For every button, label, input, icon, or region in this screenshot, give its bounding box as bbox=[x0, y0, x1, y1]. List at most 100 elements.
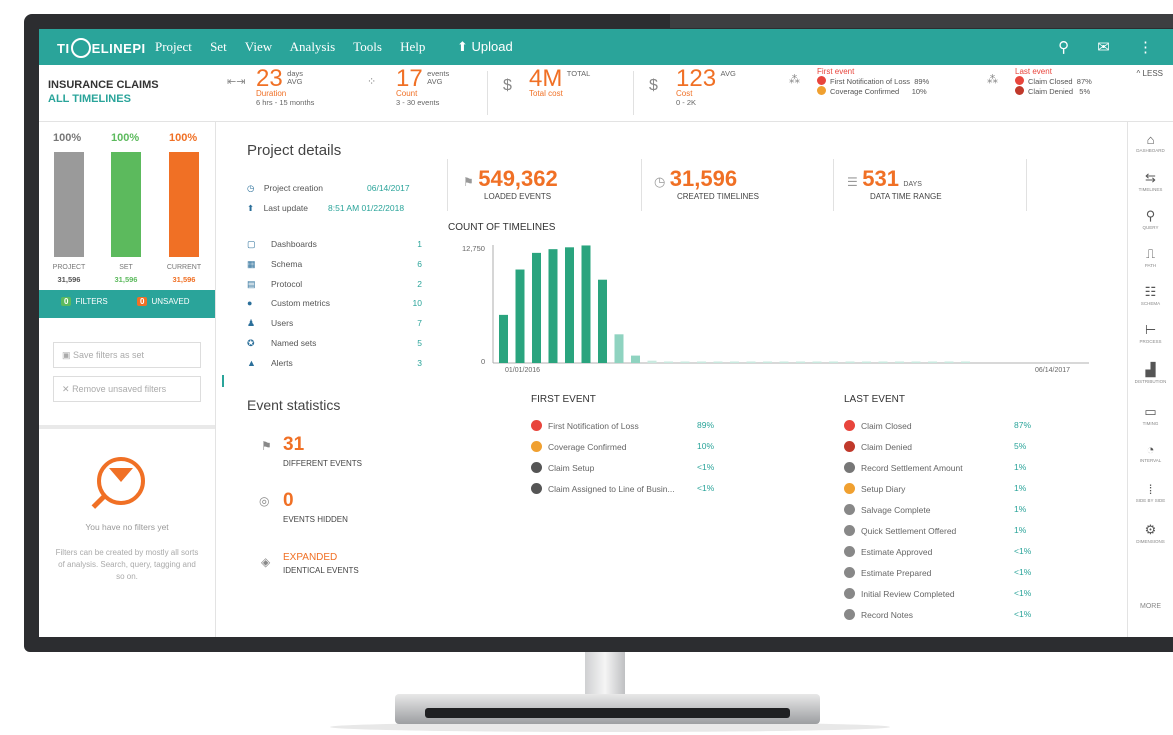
interval-tool[interactable]: ◔ INTERVAL bbox=[1128, 442, 1173, 463]
less-toggle[interactable]: ^ LESS bbox=[1137, 69, 1163, 78]
count-of-timelines-chart[interactable]: 12,750 0 01/01/2016 06/14/2017 bbox=[459, 241, 1099, 376]
event-percent: <1% bbox=[1014, 588, 1032, 598]
event-row[interactable]: Estimate Approved <1% bbox=[844, 546, 1034, 557]
chart-bar[interactable] bbox=[499, 314, 508, 363]
event-row[interactable]: Claim Assigned to Line of Busin... <1% bbox=[531, 483, 717, 494]
project-bar[interactable] bbox=[54, 152, 84, 257]
remove-filters-button[interactable]: ✕ Remove unsaved filters bbox=[53, 376, 201, 402]
chart-bar[interactable] bbox=[647, 360, 657, 363]
chart-bar[interactable] bbox=[845, 361, 855, 364]
less-label: LESS bbox=[1142, 69, 1163, 78]
named-sets-row[interactable]: ✪ Named sets 5 bbox=[247, 338, 422, 349]
chart-bar[interactable] bbox=[713, 361, 723, 364]
chart-bar[interactable] bbox=[548, 249, 558, 363]
chart-bar[interactable] bbox=[862, 361, 871, 364]
menu-view[interactable]: View bbox=[245, 39, 272, 54]
separator bbox=[833, 159, 834, 211]
more-tool[interactable]: MORE bbox=[1128, 602, 1173, 610]
event-row[interactable]: Coverage Confirmed 10% bbox=[531, 441, 717, 452]
event-row[interactable]: Salvage Complete 1% bbox=[844, 504, 1034, 515]
chart-bar[interactable] bbox=[763, 361, 772, 364]
unsaved-chip[interactable]: 0 UNSAVED bbox=[137, 297, 190, 306]
menu-project[interactable]: Project bbox=[155, 39, 192, 54]
search-icon[interactable]: ⚲ bbox=[1058, 39, 1069, 56]
event-row[interactable]: Initial Review Completed <1% bbox=[844, 588, 1034, 599]
inbox-icon[interactable]: ✉ bbox=[1097, 39, 1110, 56]
users-row[interactable]: ♟ Users 7 bbox=[247, 318, 422, 329]
chart-bar[interactable] bbox=[581, 245, 591, 363]
save-filters-button[interactable]: ▣ Save filters as set bbox=[53, 342, 201, 368]
dashboards-row[interactable]: ▢ Dashboards 1 bbox=[247, 239, 422, 250]
path-tool[interactable]: ⎍ PATH bbox=[1128, 246, 1173, 268]
event-row[interactable]: Setup Diary 1% bbox=[844, 483, 1034, 494]
chart-bar[interactable] bbox=[631, 355, 640, 363]
chart-bar[interactable] bbox=[730, 361, 739, 364]
protocol-icon: ▤ bbox=[247, 279, 256, 289]
chart-bar[interactable] bbox=[515, 269, 525, 363]
event-name: Initial Review Completed bbox=[861, 589, 955, 599]
query-tool[interactable]: ⚲ QUERY bbox=[1128, 208, 1173, 230]
event-row[interactable]: Record Settlement Amount 1% bbox=[844, 462, 1034, 473]
event-row[interactable]: Estimate Prepared <1% bbox=[844, 567, 1034, 578]
distribution-tool[interactable]: ▟ DISTRIBUTION bbox=[1128, 362, 1173, 384]
chart-bar[interactable] bbox=[565, 247, 574, 363]
dashboard-tool[interactable]: ⌂ DASHBOARD bbox=[1128, 132, 1173, 153]
expanded-value[interactable]: EXPANDED bbox=[283, 552, 337, 563]
chart-bar[interactable] bbox=[895, 361, 904, 364]
chart-bar[interactable] bbox=[680, 361, 690, 364]
summary-header: INSURANCE CLAIMS ALL TIMELINES ⇤⇥ 23 day… bbox=[39, 65, 1173, 122]
upload-icon: ⬆ bbox=[457, 39, 468, 54]
upload-button[interactable]: ⬆ Upload bbox=[457, 39, 513, 55]
schema-row[interactable]: ▦ Schema 6 bbox=[247, 259, 422, 270]
menu-set[interactable]: Set bbox=[210, 39, 227, 54]
menu-tools[interactable]: Tools bbox=[353, 39, 382, 54]
schema-tool[interactable]: ☷ SCHEMA bbox=[1128, 284, 1173, 306]
set-bar[interactable] bbox=[111, 152, 141, 257]
event-row[interactable]: Claim Closed 87% bbox=[844, 420, 1034, 431]
chart-bar[interactable] bbox=[614, 334, 624, 363]
side-by-side-tool[interactable]: ⁞ SIDE BY SIDE bbox=[1128, 482, 1173, 503]
chart-bar[interactable] bbox=[796, 361, 805, 364]
monitor-stand-slot bbox=[425, 708, 790, 718]
chart-bar[interactable] bbox=[779, 361, 789, 364]
event-row[interactable]: Record Notes <1% bbox=[844, 609, 1034, 620]
current-bar[interactable] bbox=[169, 152, 199, 257]
chart-bar[interactable] bbox=[928, 361, 937, 364]
process-tool[interactable]: ⊢ PROCESS bbox=[1128, 322, 1173, 344]
dimensions-tool[interactable]: ⚙ DIMENSIONS bbox=[1128, 522, 1173, 544]
chart-bar[interactable] bbox=[961, 361, 970, 364]
app-logo[interactable]: TI ELINEPI bbox=[57, 38, 146, 58]
timelines-tool[interactable]: ⇆ TIMELINES bbox=[1128, 170, 1173, 192]
custom-metrics-row[interactable]: ● Custom metrics 10 bbox=[247, 298, 422, 308]
event-statistics-title: Event statistics bbox=[247, 397, 341, 413]
event-row[interactable]: Claim Setup <1% bbox=[531, 462, 717, 473]
more-vertical-icon[interactable]: ⋮ bbox=[1138, 39, 1153, 56]
chart-bar[interactable] bbox=[598, 279, 607, 363]
chart-bar[interactable] bbox=[944, 361, 954, 364]
event-row[interactable]: Claim Denied 5% bbox=[844, 441, 1034, 452]
timing-tool[interactable]: ▭ TIMING bbox=[1128, 404, 1173, 426]
menu-help[interactable]: Help bbox=[400, 39, 425, 54]
chart-bar[interactable] bbox=[532, 252, 541, 363]
project-details-title: Project details bbox=[247, 142, 342, 159]
save-icon: ▣ bbox=[62, 350, 71, 360]
chart-bar[interactable] bbox=[697, 361, 706, 364]
event-row[interactable]: First Notification of Loss 89% bbox=[531, 420, 717, 431]
project-creation-label: Project creation bbox=[263, 183, 323, 193]
event-percent: <1% bbox=[1014, 546, 1032, 556]
protocol-row[interactable]: ▤ Protocol 2 bbox=[247, 279, 422, 290]
chart-bar[interactable] bbox=[664, 361, 673, 364]
alerts-row[interactable]: ▲ Alerts 3 bbox=[247, 358, 422, 368]
chart-bar[interactable] bbox=[812, 361, 822, 364]
named-sets-icon: ✪ bbox=[247, 338, 255, 348]
chart-bar[interactable] bbox=[911, 361, 921, 364]
chart-bar[interactable] bbox=[746, 361, 756, 364]
event-type-icon bbox=[844, 609, 855, 620]
panel-resize-handle[interactable] bbox=[222, 375, 224, 387]
created-timelines-label: CREATED TIMELINES bbox=[677, 192, 759, 201]
event-row[interactable]: Quick Settlement Offered 1% bbox=[844, 525, 1034, 536]
menu-analysis[interactable]: Analysis bbox=[290, 39, 336, 54]
chart-bar[interactable] bbox=[878, 361, 888, 364]
filters-chip[interactable]: 0 FILTERS bbox=[61, 297, 108, 306]
chart-bar[interactable] bbox=[829, 361, 838, 364]
